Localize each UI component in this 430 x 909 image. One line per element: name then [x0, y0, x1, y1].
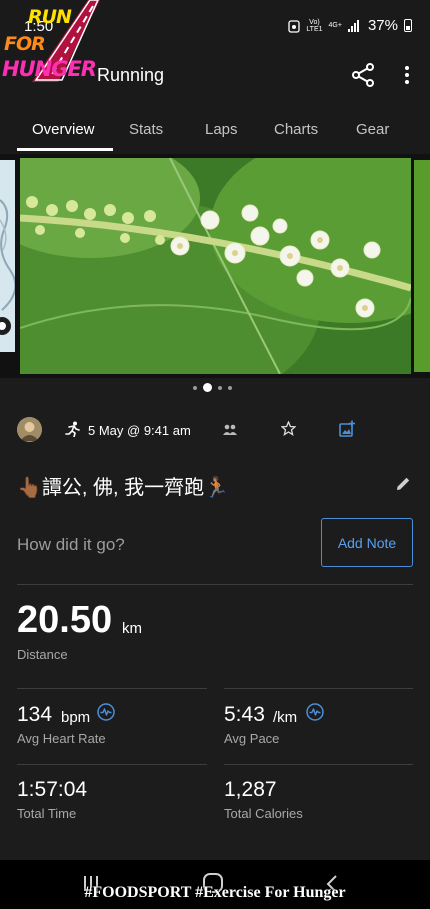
page-dot	[218, 385, 222, 390]
page-dot-active	[203, 383, 212, 392]
volte-indicator: Vo) LTE1	[306, 18, 323, 33]
add-photo-icon[interactable]	[338, 420, 356, 438]
pace-chart-icon[interactable]	[306, 703, 324, 721]
distance-label: Distance	[17, 647, 68, 662]
network-type: 4G+	[328, 22, 342, 29]
tab-bar: Overview Stats Laps Charts Gear	[0, 100, 430, 154]
divider	[17, 584, 413, 585]
heart-rate-label: Avg Heart Rate	[17, 731, 106, 746]
calories-label: Total Calories	[224, 806, 303, 821]
divider	[224, 764, 413, 765]
route-map-thumbnail[interactable]	[0, 160, 15, 352]
alarm-icon	[288, 19, 300, 33]
pace-unit: /km	[273, 709, 298, 726]
people-icon[interactable]	[223, 424, 237, 436]
carousel-page-indicator	[193, 383, 232, 392]
edit-pencil-icon[interactable]	[396, 476, 411, 491]
tab-charts[interactable]: Charts	[274, 121, 318, 138]
page-title: Running	[97, 65, 165, 85]
add-note-button[interactable]: Add Note	[321, 518, 413, 567]
page-dot	[193, 385, 197, 390]
activity-meta-row: 5 May @ 9:41 am	[0, 414, 430, 448]
activity-title: 👆🏾譚公, 佛, 我一齊跑🏃🏽	[17, 477, 230, 499]
logo-run: RUN	[28, 6, 72, 28]
divider	[17, 688, 207, 689]
tab-laps[interactable]: Laps	[205, 121, 238, 138]
heart-rate-value: 134	[17, 703, 53, 726]
heart-rate-chart-icon[interactable]	[97, 703, 115, 721]
tab-stats[interactable]: Stats	[129, 121, 163, 138]
feedback-prompt[interactable]: How did it go?	[17, 535, 125, 555]
signal-icon	[347, 19, 362, 32]
divider	[17, 764, 207, 765]
calories-value: 1,287	[224, 778, 277, 801]
avatar[interactable]	[17, 417, 42, 442]
heart-rate-unit: bpm	[61, 709, 91, 726]
status-indicators: Vo) LTE1 4G+ 37%	[288, 17, 412, 34]
running-icon	[65, 421, 80, 437]
tab-overview[interactable]: Overview	[32, 121, 95, 138]
star-icon[interactable]	[281, 421, 296, 436]
pace-value: 5:43	[224, 703, 265, 726]
page-dot	[228, 385, 232, 390]
share-icon[interactable]	[350, 62, 376, 88]
active-tab-indicator	[17, 148, 113, 151]
total-time-label: Total Time	[17, 806, 77, 821]
battery-percent: 37%	[367, 17, 398, 34]
run-for-hunger-logo: RUN FOR HUNGER	[0, 0, 104, 86]
battery-icon	[404, 19, 412, 32]
media-carousel[interactable]	[0, 154, 430, 378]
more-options-icon[interactable]	[396, 62, 418, 88]
activity-photo[interactable]	[20, 158, 411, 374]
activity-date: 5 May @ 9:41 am	[88, 423, 191, 438]
distance-unit: km	[122, 620, 142, 637]
next-photo-thumbnail[interactable]	[414, 160, 430, 372]
total-time-value: 1:57:04	[17, 778, 88, 801]
hashtag-caption: #FOODSPORT #Exercise For Hunger	[84, 884, 346, 901]
logo-hunger: HUNGER	[2, 57, 97, 81]
pace-label: Avg Pace	[224, 731, 280, 746]
divider	[224, 688, 413, 689]
distance-value: 20.50	[17, 599, 113, 641]
tab-gear[interactable]: Gear	[356, 121, 389, 138]
logo-for: FOR	[4, 33, 46, 55]
